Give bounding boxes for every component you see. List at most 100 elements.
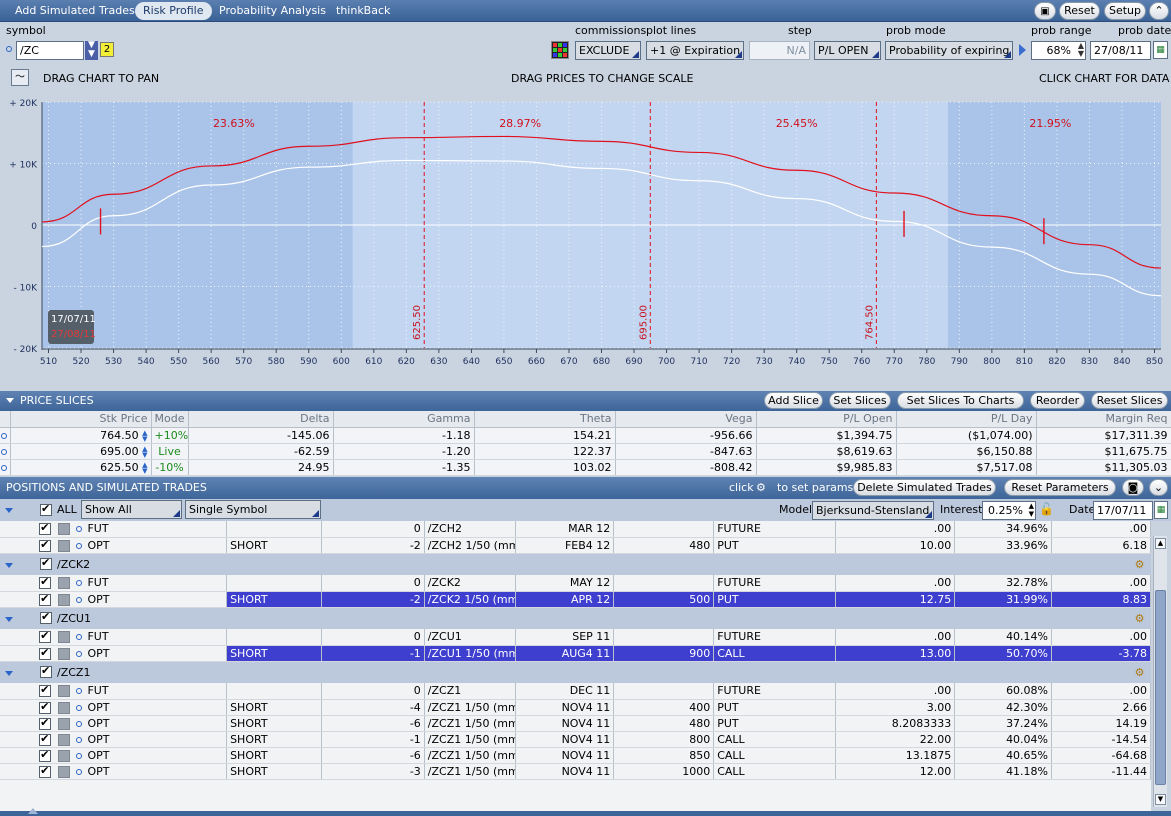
- position-checkbox[interactable]: [39, 592, 52, 606]
- stepper-icon[interactable]: ▲ ▼: [1078, 42, 1084, 58]
- position-toggle[interactable]: [57, 717, 70, 730]
- position-radio-icon[interactable]: [76, 596, 83, 603]
- col-theta[interactable]: Theta: [474, 411, 616, 428]
- col-pl-open[interactable]: P/L Open: [756, 411, 897, 428]
- pos-strike[interactable]: 400: [613, 699, 715, 716]
- pos-delta[interactable]: -3.78: [1051, 645, 1151, 662]
- position-radio-icon[interactable]: [76, 736, 83, 743]
- position-row[interactable]: OPTSHORT-1/ZCU1 1/50 (mm...AUG4 11900CAL…: [0, 645, 1151, 662]
- pos-exp[interactable]: SEP 11: [515, 629, 615, 646]
- pos-symbol[interactable]: /ZCZ1 1/50 (mm...: [424, 763, 517, 780]
- pos-qty[interactable]: 0: [321, 521, 425, 538]
- col-gamma[interactable]: Gamma: [333, 411, 475, 428]
- pos-price[interactable]: 13.00: [835, 645, 956, 662]
- pos-strike[interactable]: 480: [613, 537, 715, 554]
- col-delta[interactable]: Delta: [188, 411, 334, 428]
- pos-spread[interactable]: OPT: [84, 747, 228, 764]
- pos-exp[interactable]: NOV4 11: [515, 763, 615, 780]
- pos-spread[interactable]: FUT: [84, 683, 228, 700]
- pos-symbol[interactable]: /ZCU1: [424, 629, 517, 646]
- position-radio-icon[interactable]: [76, 650, 83, 657]
- pos-qty[interactable]: -1: [321, 731, 425, 748]
- symbol-input[interactable]: /ZC: [16, 41, 84, 60]
- col-mode[interactable]: Mode: [151, 411, 189, 428]
- pos-qty[interactable]: -2: [321, 591, 425, 608]
- pos-side[interactable]: SHORT: [226, 591, 322, 608]
- show-filter-select[interactable]: Show All: [81, 500, 182, 519]
- stepper-icon[interactable]: ▲ ▼: [1029, 502, 1034, 518]
- pos-qty[interactable]: -2: [321, 537, 425, 554]
- camera-button[interactable]: ◙: [1122, 479, 1144, 496]
- pos-type[interactable]: FUTURE: [713, 683, 836, 700]
- pos-vol[interactable]: 40.14%: [954, 629, 1053, 646]
- position-row[interactable]: OPTSHORT-4/ZCZ1 1/50 (mm...NOV4 11400PUT…: [0, 699, 1151, 716]
- position-checkbox[interactable]: [39, 538, 52, 552]
- position-toggle[interactable]: [57, 523, 70, 536]
- pos-symbol[interactable]: /ZCZ1 1/50 (mm...: [424, 699, 517, 716]
- pos-spread[interactable]: OPT: [84, 645, 228, 662]
- position-checkbox[interactable]: [39, 764, 52, 778]
- lock-icon[interactable]: 🔓: [1039, 502, 1054, 516]
- tab-risk-profile[interactable]: Risk Profile: [135, 2, 212, 20]
- slice-radio[interactable]: [0, 427, 11, 444]
- position-checkbox[interactable]: [39, 575, 52, 590]
- position-group-row[interactable]: /ZCK2 ⚙: [0, 553, 1151, 575]
- pos-vol[interactable]: 37.24%: [954, 715, 1053, 732]
- pos-qty[interactable]: 0: [321, 575, 425, 592]
- pos-strike[interactable]: [613, 575, 715, 592]
- pos-side[interactable]: SHORT: [226, 747, 322, 764]
- step-input[interactable]: N/A: [749, 41, 810, 60]
- pos-delta[interactable]: .00: [1051, 575, 1151, 592]
- pos-vol[interactable]: 31.99%: [954, 591, 1053, 608]
- price-slice-row[interactable]: 625.50 ▲ ▼ -10% 24.95 -1.35 103.02 -808.42 $9,9…: [0, 459, 1171, 476]
- pos-type[interactable]: CALL: [713, 645, 836, 662]
- position-toggle[interactable]: [57, 685, 70, 698]
- price-slices-header[interactable]: PRICE SLICES Add Slice Set Slices Set Sl…: [0, 391, 1171, 411]
- wrench-icon[interactable]: ⚙: [1135, 612, 1145, 625]
- slice-radio-icon[interactable]: [1, 464, 7, 471]
- pos-qty[interactable]: 0: [321, 629, 425, 646]
- position-row[interactable]: OPTSHORT-2/ZCH2 1/50 (mm...FEB4 12480PUT…: [0, 537, 1151, 554]
- pos-strike[interactable]: 480: [613, 715, 715, 732]
- pos-strike[interactable]: 1000: [613, 763, 715, 780]
- pos-strike[interactable]: 500: [613, 591, 715, 608]
- pos-price[interactable]: .00: [835, 629, 956, 646]
- pos-delta[interactable]: -14.54: [1051, 731, 1151, 748]
- pos-strike[interactable]: [613, 629, 715, 646]
- pos-strike[interactable]: [613, 683, 715, 700]
- slice-radio-icon[interactable]: [1, 448, 7, 455]
- positions-header[interactable]: POSITIONS AND SIMULATED TRADES click ⚙ t…: [0, 477, 1171, 499]
- position-checkbox[interactable]: [39, 716, 52, 730]
- pos-price[interactable]: 8.2083333: [835, 715, 956, 732]
- pos-qty[interactable]: -3: [321, 763, 425, 780]
- pos-strike[interactable]: 800: [613, 731, 715, 748]
- pos-vol[interactable]: 60.08%: [954, 683, 1053, 700]
- position-group-row[interactable]: /ZCU1 ⚙: [0, 607, 1151, 629]
- symbol-radio[interactable]: [6, 46, 12, 52]
- pos-type[interactable]: PUT: [713, 537, 836, 554]
- pos-exp[interactable]: NOV4 11: [515, 699, 615, 716]
- slice-radio[interactable]: [0, 443, 11, 460]
- pos-delta[interactable]: -64.68: [1051, 747, 1151, 764]
- pos-price[interactable]: 12.00: [835, 763, 956, 780]
- position-radio-icon[interactable]: [76, 752, 83, 759]
- pos-qty[interactable]: -4: [321, 699, 425, 716]
- position-checkbox[interactable]: [39, 683, 52, 698]
- position-toggle[interactable]: [57, 593, 70, 606]
- pos-symbol[interactable]: /ZCZ1 1/50 (mm...: [424, 747, 517, 764]
- pos-spread[interactable]: FUT: [84, 575, 228, 592]
- pos-type[interactable]: FUTURE: [713, 521, 836, 538]
- pos-exp[interactable]: FEB4 12: [515, 537, 615, 554]
- pos-type[interactable]: CALL: [713, 731, 836, 748]
- pos-type[interactable]: FUTURE: [713, 575, 836, 592]
- pos-exp[interactable]: APR 12: [515, 591, 615, 608]
- stepper-icon[interactable]: ▲ ▼: [142, 461, 147, 474]
- position-row[interactable]: OPTSHORT-3/ZCZ1 1/50 (mm...NOV4 111000CA…: [0, 763, 1151, 780]
- pos-price[interactable]: 3.00: [835, 699, 956, 716]
- col-margin-req[interactable]: Margin Req: [1036, 411, 1171, 428]
- expand-all-icon[interactable]: [5, 508, 13, 513]
- pos-vol[interactable]: 40.65%: [954, 747, 1053, 764]
- collapse-button[interactable]: ⌃: [1149, 2, 1169, 20]
- prob-mode-select[interactable]: Probability of expiring: [885, 41, 1013, 60]
- position-radio-icon[interactable]: [76, 688, 83, 695]
